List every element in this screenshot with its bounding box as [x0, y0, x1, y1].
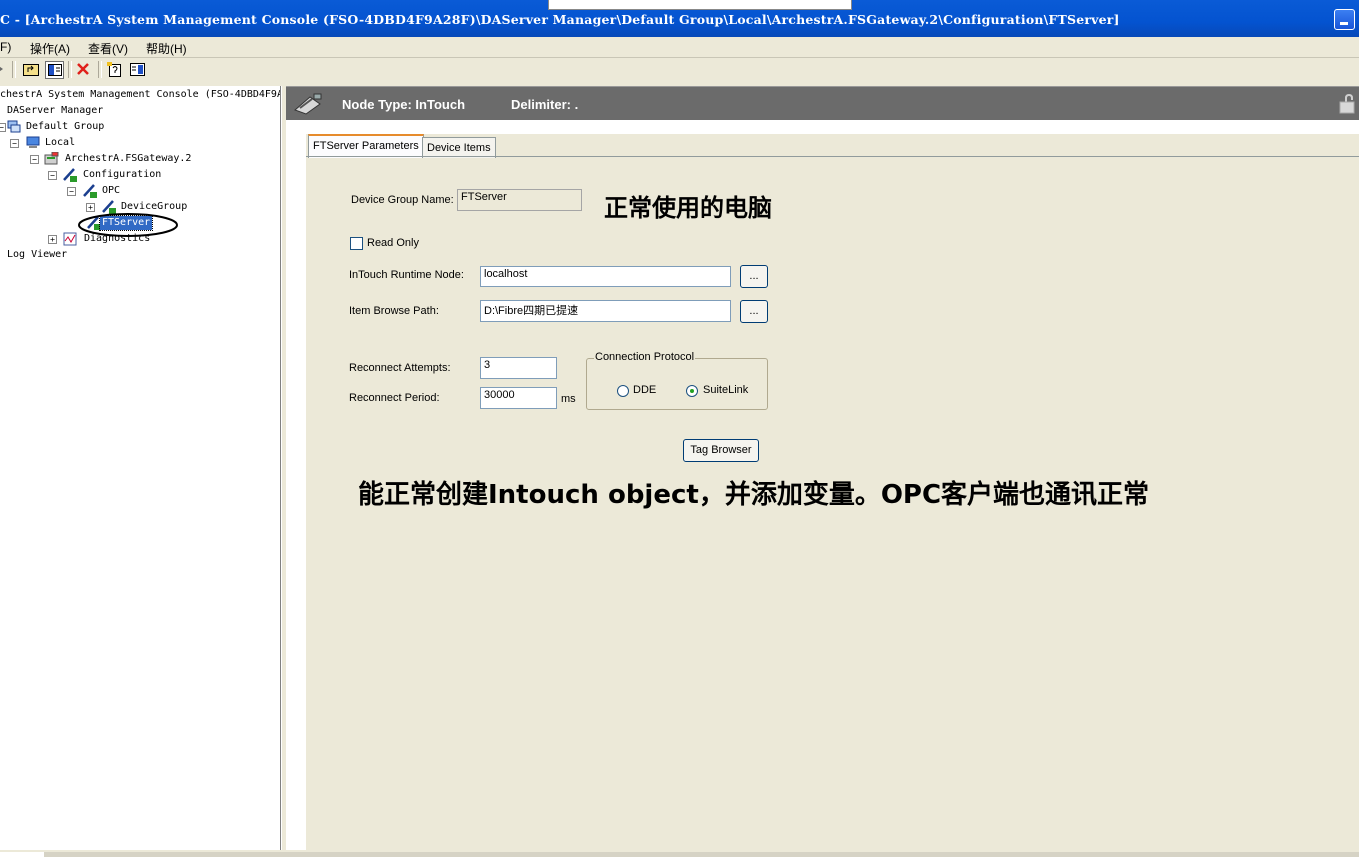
collapse-icon[interactable]: − — [48, 171, 57, 180]
toolbar — [0, 57, 1359, 81]
horizontal-scrollbar[interactable] — [44, 852, 1359, 857]
window-title: C - [ArchestrA System Management Console… — [0, 12, 1120, 27]
annotation-result: 能正常创建Intouch object，并添加变量。OPC客户端也通讯正常 — [358, 480, 1150, 510]
up-folder-icon[interactable] — [22, 61, 39, 77]
tab-divider — [306, 156, 1359, 157]
collapse-icon[interactable]: − — [30, 155, 39, 164]
toolbar-separator — [98, 61, 102, 78]
tab-control: FTServer Parameters Device Items Device … — [306, 134, 1359, 850]
runtime-node-browse-button[interactable]: ... — [740, 265, 768, 288]
browse-path-input[interactable]: D:\Fibre四期已提速 — [480, 300, 731, 322]
runtime-node-input[interactable]: localhost — [480, 266, 731, 287]
menu-action[interactable]: 操作(A) — [30, 40, 70, 57]
show-hide-tree-icon[interactable] — [45, 61, 64, 79]
diagnostics-icon — [63, 232, 77, 246]
tree-label: Default Group — [26, 121, 105, 132]
properties-icon[interactable] — [106, 61, 123, 77]
gateway-icon — [44, 151, 59, 165]
node-header: Node Type: InTouch Delimiter: . — [286, 86, 1359, 120]
details-pane: Node Type: InTouch Delimiter: . FTServer… — [286, 86, 1359, 850]
reconnect-period-unit: ms — [561, 393, 576, 405]
tree-label: Log Viewer — [7, 249, 68, 260]
title-tooltip-stub — [548, 0, 852, 10]
menu-help[interactable]: 帮助(H) — [146, 40, 187, 57]
tab-ftserver-parameters[interactable]: FTServer Parameters — [308, 134, 424, 158]
reconnect-attempts-label: Reconnect Attempts: — [349, 362, 451, 374]
group-icon — [7, 120, 21, 133]
suitelink-radio[interactable] — [686, 385, 698, 397]
collapse-icon[interactable]: − — [10, 139, 19, 148]
menu-bar: F) 操作(A) 查看(V) 帮助(H) — [0, 37, 1359, 58]
reconnect-period-label: Reconnect Period: — [349, 392, 440, 404]
tag-browser-button[interactable]: Tag Browser — [683, 439, 759, 462]
menu-view[interactable]: 查看(V) — [88, 40, 128, 57]
connection-protocol-title: Connection Protocol — [594, 351, 696, 363]
tree-label: Local — [45, 137, 76, 148]
tree-label: Diagnostics — [84, 233, 151, 244]
browse-path-label: Item Browse Path: — [349, 305, 439, 317]
read-only-checkbox[interactable] — [350, 237, 363, 250]
toolbar-separator — [68, 61, 72, 78]
device-group-name-field[interactable]: FTServer — [457, 189, 582, 211]
computer-icon — [26, 136, 40, 149]
collapse-icon[interactable]: − — [67, 187, 76, 196]
reconnect-attempts-input[interactable]: 3 — [480, 357, 557, 379]
collapse-icon[interactable]: − — [0, 123, 6, 132]
annotation-normal-pc: 正常使用的电脑 — [604, 194, 772, 222]
tree-root[interactable]: chestrA System Management Console (FSO-4… — [0, 88, 280, 102]
help-pane-icon[interactable] — [129, 61, 146, 77]
browse-path-browse-button[interactable]: ... — [740, 300, 768, 323]
tree-label: DAServer Manager — [7, 105, 104, 116]
lock-icon — [1338, 93, 1356, 117]
configuration-icon — [62, 168, 77, 182]
tree-label: OPC — [102, 185, 121, 196]
menu-file[interactable]: F) — [0, 40, 11, 54]
read-only-label: Read Only — [367, 237, 419, 249]
expand-icon[interactable]: + — [86, 203, 95, 212]
tab-device-items[interactable]: Device Items — [422, 137, 496, 158]
console-tree: chestrA System Management Console (FSO-4… — [0, 86, 281, 850]
expand-icon[interactable]: + — [48, 235, 57, 244]
delimiter-label: Delimiter: . — [511, 97, 579, 112]
reconnect-period-input[interactable]: 30000 — [480, 387, 557, 409]
dde-label: DDE — [633, 384, 657, 396]
back-arrow-icon[interactable] — [0, 61, 9, 77]
device-group-name-label: Device Group Name: — [351, 194, 454, 206]
runtime-node-label: InTouch Runtime Node: — [349, 269, 464, 281]
minimize-button[interactable] — [1334, 9, 1355, 30]
tree-label: Configuration — [83, 169, 162, 180]
status-bar-left — [0, 852, 44, 857]
node-type-label: Node Type: InTouch — [342, 97, 466, 112]
toolbar-separator — [12, 61, 16, 78]
tree-label: ArchestrA.FSGateway.2 — [65, 153, 192, 164]
opc-icon — [82, 184, 97, 198]
dde-radio[interactable] — [617, 385, 629, 397]
suitelink-label: SuiteLink — [703, 384, 749, 396]
connection-protocol-group: Connection Protocol DDE SuiteLink — [586, 351, 768, 410]
delete-icon[interactable] — [74, 61, 91, 77]
plug-icon — [292, 92, 324, 119]
